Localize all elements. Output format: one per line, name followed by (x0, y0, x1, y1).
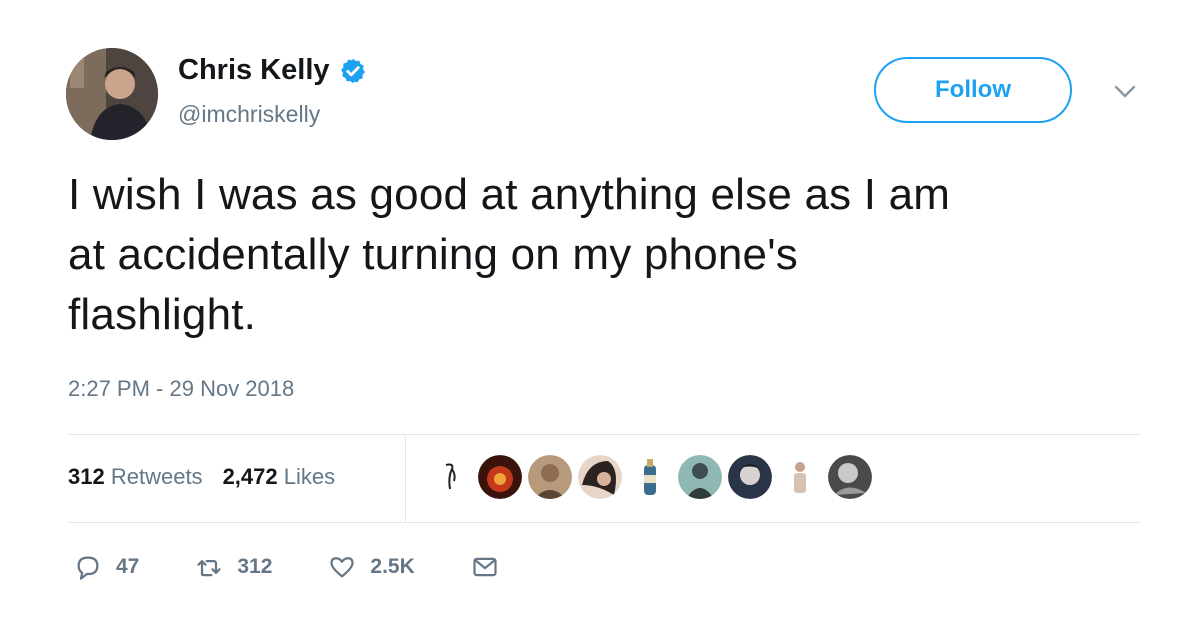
hair-avatar-icon[interactable] (578, 455, 622, 499)
author-name[interactable]: Chris Kelly (178, 54, 330, 87)
author-handle[interactable]: @imchriskelly (178, 101, 320, 128)
divider-top (68, 434, 1141, 435)
tweet-text: I wish I was as good at anything else as… (68, 165, 1148, 345)
verified-badge-icon (340, 58, 365, 83)
like-count: 2.5K (370, 555, 415, 578)
tweet-stats: 312 Retweets 2,472 Likes (68, 464, 355, 490)
author-avatar[interactable] (66, 48, 158, 140)
author-name-row: Chris Kelly (178, 54, 367, 87)
bw-avatar-icon[interactable] (728, 455, 772, 499)
tweet-text-line: flashlight. (68, 290, 257, 339)
retweets-label: Retweets (110, 464, 203, 489)
person-avatar-icon[interactable] (528, 455, 572, 499)
reply-count: 47 (116, 555, 140, 578)
tweet-text-line: I wish I was as good at anything else as… (68, 170, 951, 219)
stats-divider (405, 436, 406, 522)
chevron-down-icon[interactable] (1113, 84, 1137, 100)
gray-avatar-icon[interactable] (828, 455, 872, 499)
likes-stat[interactable]: 2,472 Likes (223, 464, 336, 490)
like-button[interactable]: 2.5K (328, 553, 415, 581)
tweet-text-line: at accidentally turning on my phone's (68, 230, 799, 279)
follow-button[interactable]: Follow (874, 57, 1072, 123)
sketch-avatar-icon[interactable] (428, 455, 472, 499)
teal-avatar-icon[interactable] (678, 455, 722, 499)
likes-label: Likes (283, 464, 336, 489)
divider-bottom (68, 522, 1141, 523)
reply-icon (77, 556, 99, 580)
liker-avatars (428, 455, 878, 499)
likes-count: 2,472 (222, 464, 278, 489)
figure-avatar-icon[interactable] (778, 455, 822, 499)
heart-icon (330, 557, 355, 578)
tweet-timestamp[interactable]: 2:27 PM - 29 Nov 2018 (68, 376, 294, 402)
retweets-stat[interactable]: 312 Retweets (68, 464, 203, 490)
red-avatar-icon[interactable] (478, 455, 522, 499)
tweet-actions: 47 312 2.5K (74, 553, 555, 581)
direct-message-button[interactable] (471, 553, 499, 581)
envelope-icon (473, 557, 497, 577)
retweets-count: 312 (68, 464, 105, 489)
retweet-count: 312 (237, 555, 273, 578)
retweet-icon (197, 560, 221, 577)
reply-button[interactable]: 47 (74, 553, 139, 581)
bottle-avatar-icon[interactable] (628, 455, 672, 499)
retweet-button[interactable]: 312 (195, 553, 272, 581)
